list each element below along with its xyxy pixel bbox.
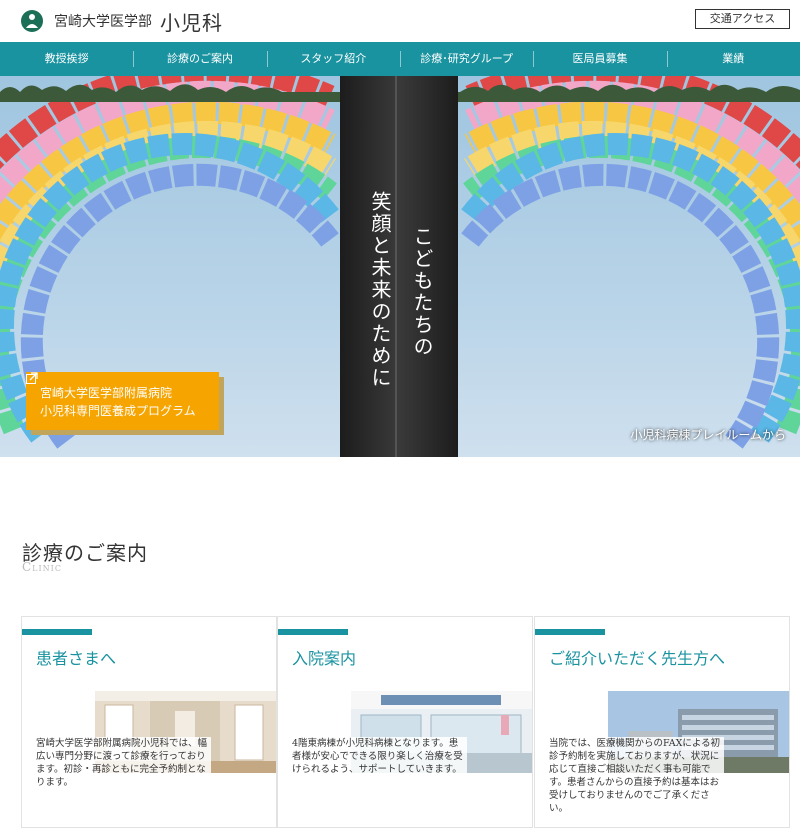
- hero-tagline-line1: こどもたちの: [410, 226, 434, 358]
- nav-item-staff[interactable]: スタッフ紹介: [266, 42, 400, 76]
- card-title[interactable]: 入院案内: [292, 645, 356, 669]
- hero-photo-caption: 小児科病棟プレイルームから: [630, 428, 786, 442]
- card-patients[interactable]: 患者さまへ 宮崎大学医学部附属病院小児科では、幅広い専門分野に渡って診療を行って…: [21, 616, 277, 828]
- hero-banner: こどもたちの 笑顔と未来のために 宮崎大学医学部附属病院 小児科専門医養成プログ…: [0, 76, 800, 457]
- card-accent-bar: [22, 629, 92, 635]
- nav-item-greeting[interactable]: 教授挨拶: [0, 42, 133, 76]
- program-title-line1: 宮崎大学医学部附属病院: [40, 386, 173, 400]
- hero-tagline-line2: 笑顔と未来のために: [368, 191, 392, 389]
- card-description: 宮崎大学医学部附属病院小児科では、幅広い専門分野に渡って診療を行っております。初…: [36, 737, 211, 789]
- card-title[interactable]: ご紹介いただく先生方へ: [549, 645, 725, 669]
- center-pillar: [340, 76, 458, 457]
- site-name-faculty[interactable]: 宮崎大学医学部: [54, 11, 152, 31]
- pillar-divider: [395, 76, 397, 457]
- residency-program-link[interactable]: 宮崎大学医学部附属病院 小児科専門医養成プログラム: [26, 372, 219, 430]
- site-header: 宮崎大学医学部 小児科 交通アクセス: [0, 0, 800, 42]
- program-title-line2: 小児科専門医養成プログラム: [40, 404, 196, 418]
- card-description: 4階東病棟が小児科病棟となります。患者様が安心でできる限り楽しく治療を受けられる…: [292, 737, 467, 776]
- card-description: 当院では、医療機関からのFAXによる初診予約制を実施しておりますが、状況に応じて…: [549, 737, 724, 815]
- card-title[interactable]: 患者さまへ: [36, 645, 116, 669]
- nav-item-recruit[interactable]: 医局員募集: [533, 42, 666, 76]
- access-button[interactable]: 交通アクセス: [695, 9, 790, 29]
- card-accent-bar: [278, 629, 348, 635]
- university-logo-icon[interactable]: [20, 9, 44, 33]
- clinic-section-subtitle: Clinic: [22, 560, 62, 574]
- card-referring-doctors[interactable]: ご紹介いただく先生方へ 当院では、医療機関からのFAXによる初診予約制を実施して…: [534, 616, 790, 828]
- nav-item-achievements[interactable]: 業績: [666, 42, 800, 76]
- nav-item-clinic[interactable]: 診療のご案内: [133, 42, 266, 76]
- nav-item-research[interactable]: 診療･研究グループ: [399, 42, 533, 76]
- card-admission[interactable]: 入院案内 4階東病棟が小児科病棟となります。患者様が安心でできる限り楽しく治療を…: [277, 616, 533, 828]
- card-accent-bar: [535, 629, 605, 635]
- site-name-department[interactable]: 小児科: [160, 7, 223, 36]
- external-link-icon: [26, 372, 38, 384]
- main-nav: 教授挨拶 診療のご案内 スタッフ紹介 診療･研究グループ 医局員募集 業績: [0, 42, 800, 76]
